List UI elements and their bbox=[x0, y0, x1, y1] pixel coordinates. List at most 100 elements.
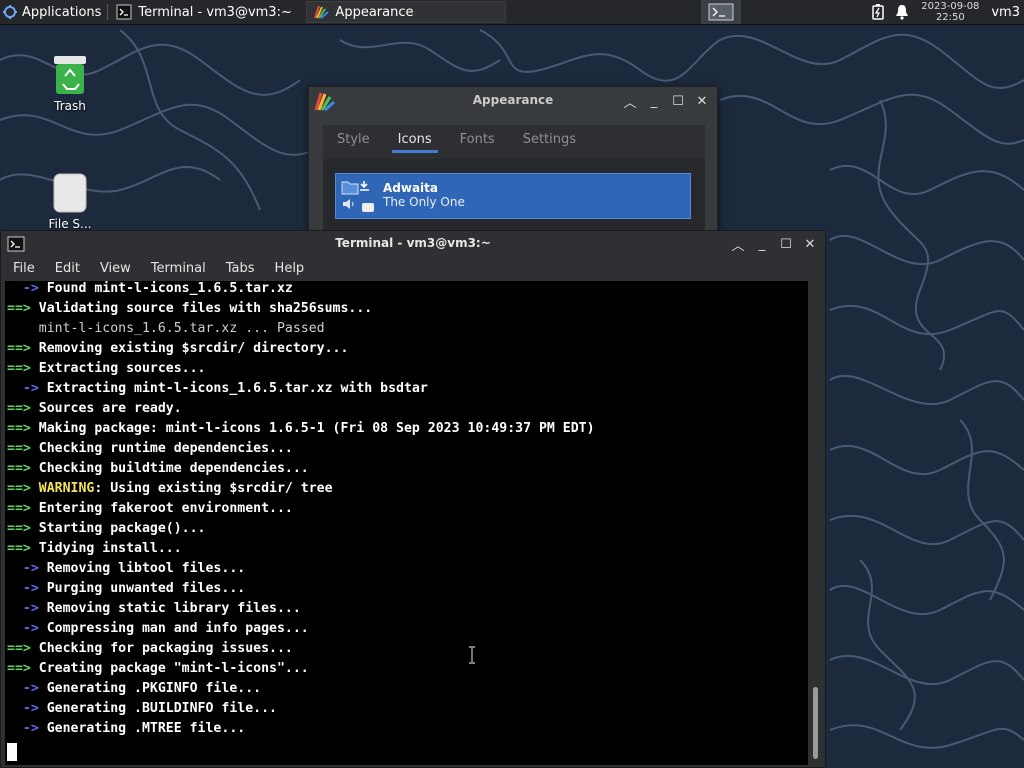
desktop-icon-label: Trash bbox=[54, 99, 86, 113]
line-text: Removing existing $srcdir/ directory... bbox=[38, 341, 349, 356]
desktop-icon-label: File S... bbox=[48, 217, 92, 230]
line-prefix: -> bbox=[7, 681, 47, 696]
power-manager-icon[interactable] bbox=[871, 4, 885, 20]
line-prefix: -> bbox=[7, 581, 47, 596]
appearance-tabs: Style Icons Fonts Settings bbox=[323, 125, 705, 159]
menu-edit[interactable]: Edit bbox=[43, 257, 88, 279]
applications-label: Applications bbox=[22, 4, 102, 20]
terminal-line: -> Found mint-l-icons_1.6.5.tar.xz bbox=[7, 281, 595, 299]
terminal-line: -> Generating .PKGINFO file... bbox=[7, 679, 595, 699]
line-text: Validating source files with sha256sums.… bbox=[38, 301, 373, 316]
line-text: Sources are ready. bbox=[38, 401, 182, 416]
line-text: Checking runtime dependencies... bbox=[38, 441, 293, 456]
menu-tabs[interactable]: Tabs bbox=[214, 257, 263, 279]
terminal-line: -> Removing static library files... bbox=[7, 599, 595, 619]
chevron-up-icon[interactable]: ︿ bbox=[731, 237, 745, 254]
terminal-output[interactable]: -> Found mint-l-icons_1.6.5.tar.xz ==> Va… bbox=[5, 281, 808, 765]
menu-terminal[interactable]: Terminal bbox=[139, 257, 214, 279]
task-button-appearance[interactable]: Appearance bbox=[306, 1, 507, 23]
applications-icon bbox=[3, 5, 17, 19]
close-button[interactable]: ✕ bbox=[695, 94, 709, 109]
line-prefix: -> bbox=[7, 721, 47, 736]
task-button-terminal[interactable]: Terminal - vm3@vm3:~ bbox=[110, 1, 306, 23]
terminal-scrollbar[interactable] bbox=[811, 281, 823, 765]
appearance-icon bbox=[314, 5, 330, 19]
line-prefix: ==> bbox=[7, 521, 39, 536]
applications-menu[interactable]: Applications bbox=[0, 0, 105, 24]
terminal-line: -> Removing libtool files... bbox=[7, 559, 595, 579]
line-text: Extracting mint-l-icons_1.6.5.tar.xz wit… bbox=[46, 381, 428, 396]
terminal-line: ==> Tidying install... bbox=[7, 539, 595, 559]
icon-theme-item-selected[interactable]: Adwaita The Only One bbox=[335, 173, 691, 219]
warning-label: WARNING bbox=[38, 481, 95, 496]
user-menu[interactable]: vm3 bbox=[991, 5, 1020, 20]
line-prefix: ==> bbox=[7, 441, 39, 456]
minimize-button[interactable]: _ bbox=[755, 237, 769, 252]
line-text: Creating package "mint-l-icons"... bbox=[38, 661, 309, 676]
line-text: Compressing man and info pages... bbox=[46, 621, 309, 636]
line-prefix: -> bbox=[7, 381, 47, 396]
terminal-line: ==> Removing existing $srcdir/ directory… bbox=[7, 339, 595, 359]
menu-view[interactable]: View bbox=[88, 257, 139, 279]
line-text: Purging unwanted files... bbox=[46, 581, 246, 596]
terminal-line: -> Compressing man and info pages... bbox=[7, 619, 595, 639]
terminal-line: ==> Entering fakeroot environment... bbox=[7, 499, 595, 519]
tab-settings[interactable]: Settings bbox=[509, 125, 590, 159]
line-text: Found mint-l-icons_1.6.5.tar.xz bbox=[46, 281, 293, 296]
terminal-line: ==> Validating source files with sha256s… bbox=[7, 299, 595, 319]
task-label: Appearance bbox=[335, 4, 414, 20]
line-text: Extracting sources... bbox=[38, 361, 206, 376]
scrollbar-thumb[interactable] bbox=[813, 687, 818, 759]
line-prefix: ==> bbox=[7, 641, 39, 656]
line-prefix: -> bbox=[7, 281, 47, 296]
chevron-up-icon[interactable]: ︿ bbox=[623, 94, 637, 111]
line-prefix: ==> bbox=[7, 661, 39, 676]
terminal-line: ==> Sources are ready. bbox=[7, 399, 595, 419]
window-controls: ︿ _ ☐ ✕ bbox=[731, 237, 817, 254]
menu-help[interactable]: Help bbox=[263, 257, 313, 279]
tab-style[interactable]: Style bbox=[323, 125, 384, 159]
line-prefix: ==> bbox=[7, 361, 39, 376]
line-text: Removing libtool files... bbox=[46, 561, 246, 576]
menu-file[interactable]: File bbox=[1, 257, 43, 279]
terminal-line: ==> Creating package "mint-l-icons"... bbox=[7, 659, 595, 679]
maximize-button[interactable]: ☐ bbox=[779, 237, 793, 252]
line-text: Removing static library files... bbox=[46, 601, 301, 616]
top-panel: Applications Terminal - vm3@vm3:~ Appear… bbox=[0, 0, 1024, 25]
ibeam-cursor-icon bbox=[469, 646, 475, 664]
line-prefix: ==> bbox=[7, 301, 39, 316]
line-text: Tidying install... bbox=[38, 541, 182, 556]
desktop-icon-filesystem[interactable]: File S... bbox=[35, 172, 105, 230]
tab-fonts[interactable]: Fonts bbox=[446, 125, 509, 159]
line-prefix: -> bbox=[7, 601, 47, 616]
terminal-line: ==> Starting package()... bbox=[7, 519, 595, 539]
tab-icons[interactable]: Icons bbox=[384, 125, 446, 159]
terminal-lines: -> Found mint-l-icons_1.6.5.tar.xz ==> Va… bbox=[7, 281, 595, 739]
maximize-button[interactable]: ☐ bbox=[671, 94, 685, 109]
terminal-titlebar[interactable]: Terminal - vm3@vm3:~ ︿ _ ☐ ✕ bbox=[1, 231, 825, 257]
line-prefix: ==> bbox=[7, 401, 39, 416]
minimize-button[interactable]: _ bbox=[647, 94, 661, 109]
terminal-workspace-icon bbox=[708, 3, 734, 21]
line-prefix bbox=[7, 321, 39, 336]
terminal-line: -> Purging unwanted files... bbox=[7, 579, 595, 599]
terminal-line: ==> Checking for packaging issues... bbox=[7, 639, 595, 659]
workspace-switcher[interactable] bbox=[701, 0, 742, 24]
panel-separator bbox=[107, 4, 109, 20]
line-text: Entering fakeroot environment... bbox=[38, 501, 293, 516]
line-text: : Using existing $srcdir/ tree bbox=[94, 481, 333, 496]
appearance-titlebar[interactable]: Appearance ︿ _ ☐ ✕ bbox=[309, 87, 717, 115]
trash-icon bbox=[54, 56, 86, 94]
window-controls: ︿ _ ☐ ✕ bbox=[623, 94, 709, 111]
close-button[interactable]: ✕ bbox=[803, 237, 817, 252]
terminal-menubar: File Edit View Terminal Tabs Help bbox=[1, 257, 312, 279]
desktop-icon-trash[interactable]: Trash bbox=[35, 54, 105, 113]
notifications-bell-icon[interactable] bbox=[895, 4, 909, 20]
line-prefix: -> bbox=[7, 701, 47, 716]
clock[interactable]: 2023-09-08 22:50 bbox=[919, 1, 981, 23]
clock-time: 22:50 bbox=[935, 12, 965, 23]
system-tray: 2023-09-08 22:50 vm3 bbox=[871, 0, 1020, 24]
line-text: Generating .BUILDINFO file... bbox=[46, 701, 277, 716]
appearance-window: Appearance ︿ _ ☐ ✕ Style Icons Fonts Set… bbox=[308, 86, 718, 249]
line-prefix: ==> bbox=[7, 501, 39, 516]
